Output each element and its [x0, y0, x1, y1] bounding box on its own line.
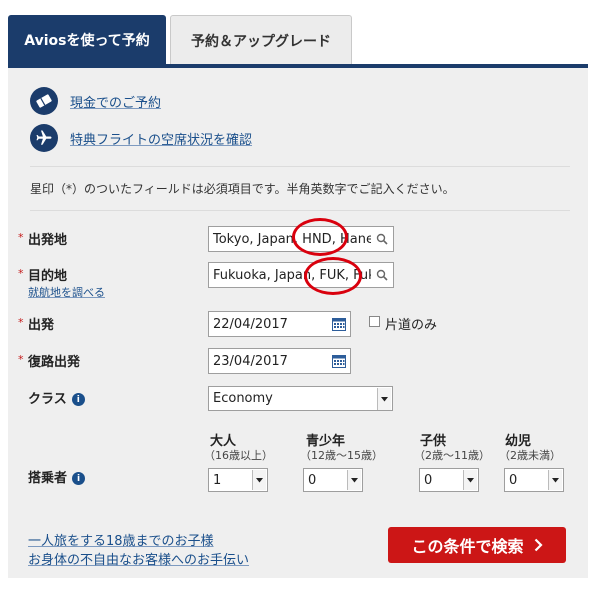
youth-count-value: 0 [308, 472, 317, 488]
origin-label: 出発地 [28, 233, 68, 248]
search-icon[interactable] [371, 263, 393, 287]
infant-age-range: （2歳未満） [499, 449, 561, 462]
return-date-input[interactable]: 23/04/2017 [208, 348, 351, 374]
cabin-value: Economy [213, 391, 273, 406]
return-date-value: 23/04/2017 [213, 353, 288, 369]
tab-booking-upgrade-label: 予約＆アップグレード [191, 33, 331, 50]
airplane-icon [30, 124, 58, 152]
required-notice: 星印（*）のついたフィールドは必須項目です。半角英数字でご記入ください。 [30, 182, 455, 196]
search-button[interactable]: この条件で検索 [388, 527, 566, 563]
info-icon[interactable]: i [71, 393, 85, 406]
one-way-checkbox[interactable] [369, 316, 380, 327]
depart-date-input[interactable]: 22/04/2017 [208, 311, 351, 337]
required-asterisk: * [18, 316, 24, 329]
tab-avios-booking-label: Aviosを使って予約 [24, 33, 150, 49]
depart-label: 出発 [28, 318, 55, 333]
annotation-circle-hnd [292, 218, 348, 256]
adult-count-value: 1 [213, 472, 222, 488]
return-label: 復路出発 [28, 355, 81, 370]
adult-count-select[interactable]: 1 [208, 468, 268, 492]
info-icon[interactable]: i [72, 472, 86, 485]
depart-date-value: 22/04/2017 [213, 316, 288, 332]
cabin-label: クラス [28, 392, 67, 407]
chevron-right-icon [534, 538, 543, 552]
ticket-icon [30, 87, 58, 115]
chevron-down-icon [347, 470, 361, 490]
special-assistance-link[interactable]: お身体の不自由なお客様へのお手伝い [28, 549, 249, 568]
cabin-select[interactable]: Economy [208, 386, 393, 411]
required-asterisk: * [18, 231, 24, 244]
infant-count-value: 0 [509, 472, 518, 488]
calendar-icon[interactable] [330, 352, 348, 370]
award-availability-link[interactable]: 特典フライトの空席状況を確認 [70, 129, 252, 148]
destination-input[interactable]: Fukuoka, Japan, FUK, Fukuoka [208, 262, 394, 288]
chevron-down-icon [252, 470, 266, 490]
passengers-label: 搭乗者 [28, 471, 68, 486]
required-asterisk: * [18, 267, 24, 280]
required-asterisk: * [18, 353, 24, 366]
unaccompanied-minor-link[interactable]: 一人旅をする18歳までのお子様 [28, 530, 214, 549]
divider [30, 210, 570, 211]
youth-age-range: （12歳〜15歳） [300, 449, 383, 462]
route-map-link[interactable]: 就航地を調べる [28, 284, 105, 300]
youth-count-select[interactable]: 0 [303, 468, 363, 492]
child-count-select[interactable]: 0 [419, 468, 479, 492]
infant-count-select[interactable]: 0 [504, 468, 564, 492]
chevron-down-icon [463, 470, 477, 490]
chevron-down-icon [377, 388, 391, 410]
tab-avios-booking[interactable]: Aviosを使って予約 [8, 15, 166, 65]
chevron-down-icon [548, 470, 562, 490]
cabin-label-row: クラス i [28, 388, 85, 407]
one-way-label: 片道のみ [385, 318, 438, 333]
search-icon[interactable] [371, 227, 393, 251]
tab-booking-upgrade[interactable]: 予約＆アップグレード [170, 15, 352, 65]
divider [30, 166, 570, 167]
search-button-label: この条件で検索 [411, 537, 524, 556]
annotation-circle-fuk [304, 257, 362, 295]
cash-booking-link[interactable]: 現金でのご予約 [70, 92, 161, 111]
destination-label: 目的地 [28, 269, 68, 284]
calendar-icon[interactable] [330, 315, 348, 333]
child-age-range: （2歳〜11歳） [414, 449, 490, 462]
passengers-label-row: 搭乗者 i [28, 467, 86, 486]
adult-age-range: （16歳以上） [204, 449, 273, 462]
child-count-value: 0 [424, 472, 433, 488]
